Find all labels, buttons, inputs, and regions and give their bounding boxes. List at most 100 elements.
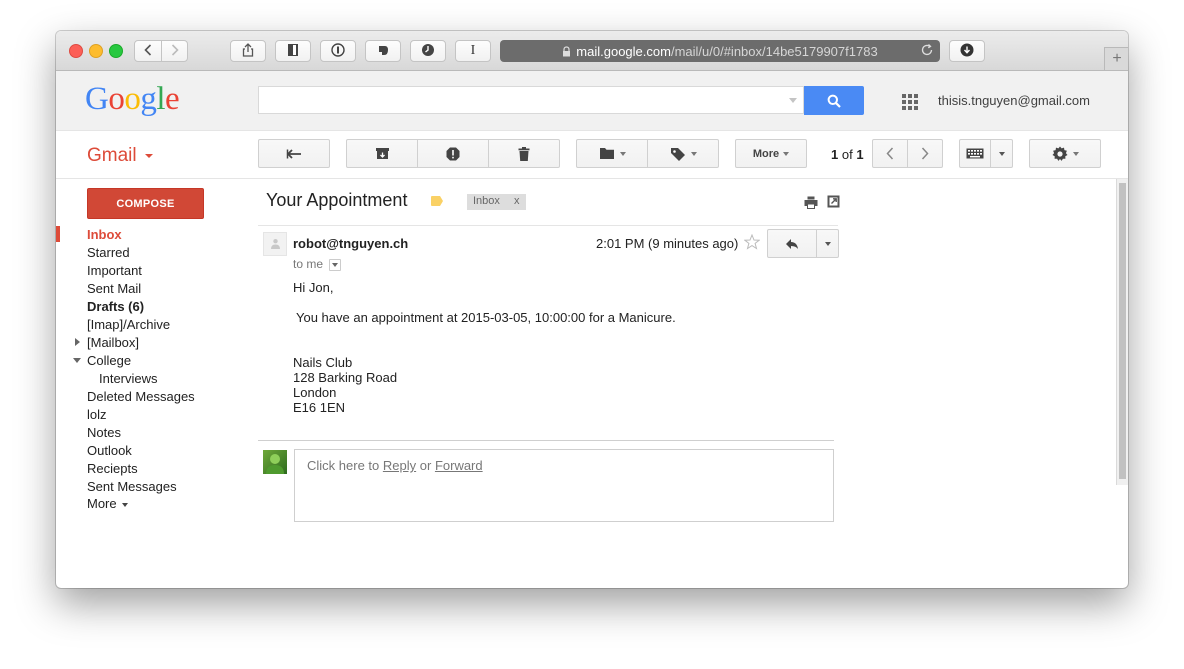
newer-button[interactable]	[872, 139, 908, 168]
back-button[interactable]	[134, 40, 162, 62]
reader-extension-button[interactable]	[275, 40, 311, 62]
message-subject: Your Appointment	[266, 190, 408, 210]
search-icon	[827, 94, 841, 108]
zoom-window-button[interactable]	[109, 44, 123, 58]
sidebar-more[interactable]: More	[87, 496, 129, 511]
sidebar-item-label: Sent Messages	[87, 479, 177, 494]
gmail-label: Gmail	[87, 145, 137, 166]
label-chip-text: Inbox	[473, 195, 500, 207]
show-details-button[interactable]	[329, 258, 342, 271]
url-host: mail.google.com	[576, 43, 671, 59]
sidebar-item-label: Inbox	[87, 227, 122, 242]
reply-button[interactable]	[767, 229, 817, 258]
pager-of: of	[841, 147, 853, 162]
star-icon[interactable]	[744, 234, 760, 250]
search-options-icon[interactable]	[789, 98, 797, 103]
sidebar-item-starred[interactable]: Starred	[87, 245, 130, 260]
address-bar[interactable]: mail.google.com/mail/u/0/#inbox/14be5179…	[500, 40, 940, 62]
evernote-extension-button[interactable]	[365, 40, 401, 62]
input-tools-button[interactable]	[959, 139, 991, 168]
more-label: More	[752, 147, 780, 160]
sidebar-item-mailbox[interactable]: [Mailbox]	[87, 335, 139, 350]
keyboard-icon	[966, 148, 984, 159]
print-button[interactable]	[804, 196, 818, 209]
scrollbar-thumb[interactable]	[1119, 183, 1126, 479]
scrollbar[interactable]	[1116, 179, 1128, 485]
remove-label-button[interactable]: x	[514, 195, 520, 207]
sidebar-item-reciepts[interactable]: Reciepts	[87, 461, 138, 476]
share-button[interactable]	[230, 40, 266, 62]
close-window-button[interactable]	[69, 44, 83, 58]
sidebar-item-imap-archive[interactable]: [Imap]/Archive	[87, 317, 170, 332]
clock-extension-button[interactable]	[410, 40, 446, 62]
chevron-left-icon	[144, 43, 152, 59]
account-name[interactable]: thisis.tnguyen@gmail.com	[938, 93, 1090, 108]
caret-down-icon	[783, 151, 790, 156]
archive-button[interactable]	[346, 139, 418, 168]
sidebar-item-sent-mail[interactable]: Sent Mail	[87, 281, 141, 296]
importance-marker-icon[interactable]	[431, 196, 443, 206]
back-to-inbox-button[interactable]	[258, 139, 330, 168]
settings-button[interactable]	[1029, 139, 1101, 168]
address-line: 128 Barking Road	[293, 370, 398, 385]
sidebar-item-sent-messages[interactable]: Sent Messages	[87, 479, 177, 494]
new-tab-button[interactable]: +	[1104, 47, 1128, 71]
sidebar-item-outlook[interactable]: Outlook	[87, 443, 132, 458]
downloads-button[interactable]	[949, 40, 985, 62]
search-button[interactable]	[804, 86, 864, 115]
caret-down-icon	[998, 151, 1005, 156]
password-extension-button[interactable]	[320, 40, 356, 62]
text-cursor-icon: I	[470, 43, 476, 58]
expand-caret-icon[interactable]	[75, 338, 80, 346]
sender-email[interactable]: robot@tnguyen.ch	[293, 236, 408, 251]
search-input[interactable]	[258, 86, 804, 114]
sidebar-item-drafts[interactable]: Drafts (6)	[87, 299, 144, 314]
delete-button[interactable]	[488, 139, 560, 168]
input-tools-menu-button[interactable]	[990, 139, 1013, 168]
collapse-caret-icon[interactable]	[73, 358, 81, 363]
forward-link[interactable]: Forward	[435, 458, 483, 473]
recipient-summary: to me	[293, 257, 342, 271]
gmail-header: Google thisis.tnguyen@gmail.com	[56, 71, 1128, 131]
quick-reply-box[interactable]: Click here to Reply or Forward	[294, 449, 834, 522]
caret-down-icon	[824, 241, 831, 246]
sidebar-item-college[interactable]: College	[87, 353, 131, 368]
more-actions-button[interactable]: More	[735, 139, 807, 168]
message-greeting: Hi Jon,	[293, 280, 334, 295]
move-to-button[interactable]	[576, 139, 648, 168]
sidebar-item-important[interactable]: Important	[87, 263, 142, 278]
share-icon	[242, 42, 254, 60]
sidebar-item-interviews[interactable]: Interviews	[99, 371, 158, 386]
report-spam-button[interactable]	[417, 139, 489, 168]
sidebar-item-deleted-messages[interactable]: Deleted Messages	[87, 389, 195, 404]
new-window-button[interactable]	[827, 195, 840, 208]
reload-icon[interactable]	[920, 43, 934, 57]
text-cursor-extension-button[interactable]: I	[455, 40, 491, 62]
older-button[interactable]	[907, 139, 943, 168]
sidebar-item-label: Interviews	[99, 371, 158, 386]
pagination-text: 1 of 1	[831, 147, 864, 162]
compose-button[interactable]: COMPOSE	[87, 188, 204, 219]
action-bar: Gmail More 1 of 1	[56, 131, 1128, 179]
gmail-menu[interactable]: Gmail	[87, 145, 153, 167]
labels-button[interactable]	[647, 139, 719, 168]
label-tag-icon	[670, 147, 686, 161]
trash-icon	[518, 146, 530, 161]
browser-window: I mail.google.com/mail/u/0/#inbox/14be51…	[56, 31, 1128, 588]
caret-down-icon	[690, 151, 697, 156]
compose-label: COMPOSE	[116, 197, 175, 210]
google-logo[interactable]: Google	[85, 81, 180, 118]
reply-link[interactable]: Reply	[383, 458, 416, 473]
message-body-line: You have an appointment at 2015-03-05, 1…	[296, 310, 676, 325]
forward-button[interactable]	[161, 40, 188, 62]
sidebar-item-inbox[interactable]: Inbox	[87, 227, 122, 242]
caret-down-icon	[122, 502, 129, 507]
sidebar-item-lolz[interactable]: lolz	[87, 407, 107, 422]
minimize-window-button[interactable]	[89, 44, 103, 58]
caret-down-icon	[332, 262, 339, 267]
sidebar-item-notes[interactable]: Notes	[87, 425, 121, 440]
divider	[258, 225, 838, 226]
report-spam-icon	[446, 147, 460, 161]
reply-options-button[interactable]	[816, 229, 839, 258]
apps-grid-icon[interactable]	[902, 94, 918, 110]
